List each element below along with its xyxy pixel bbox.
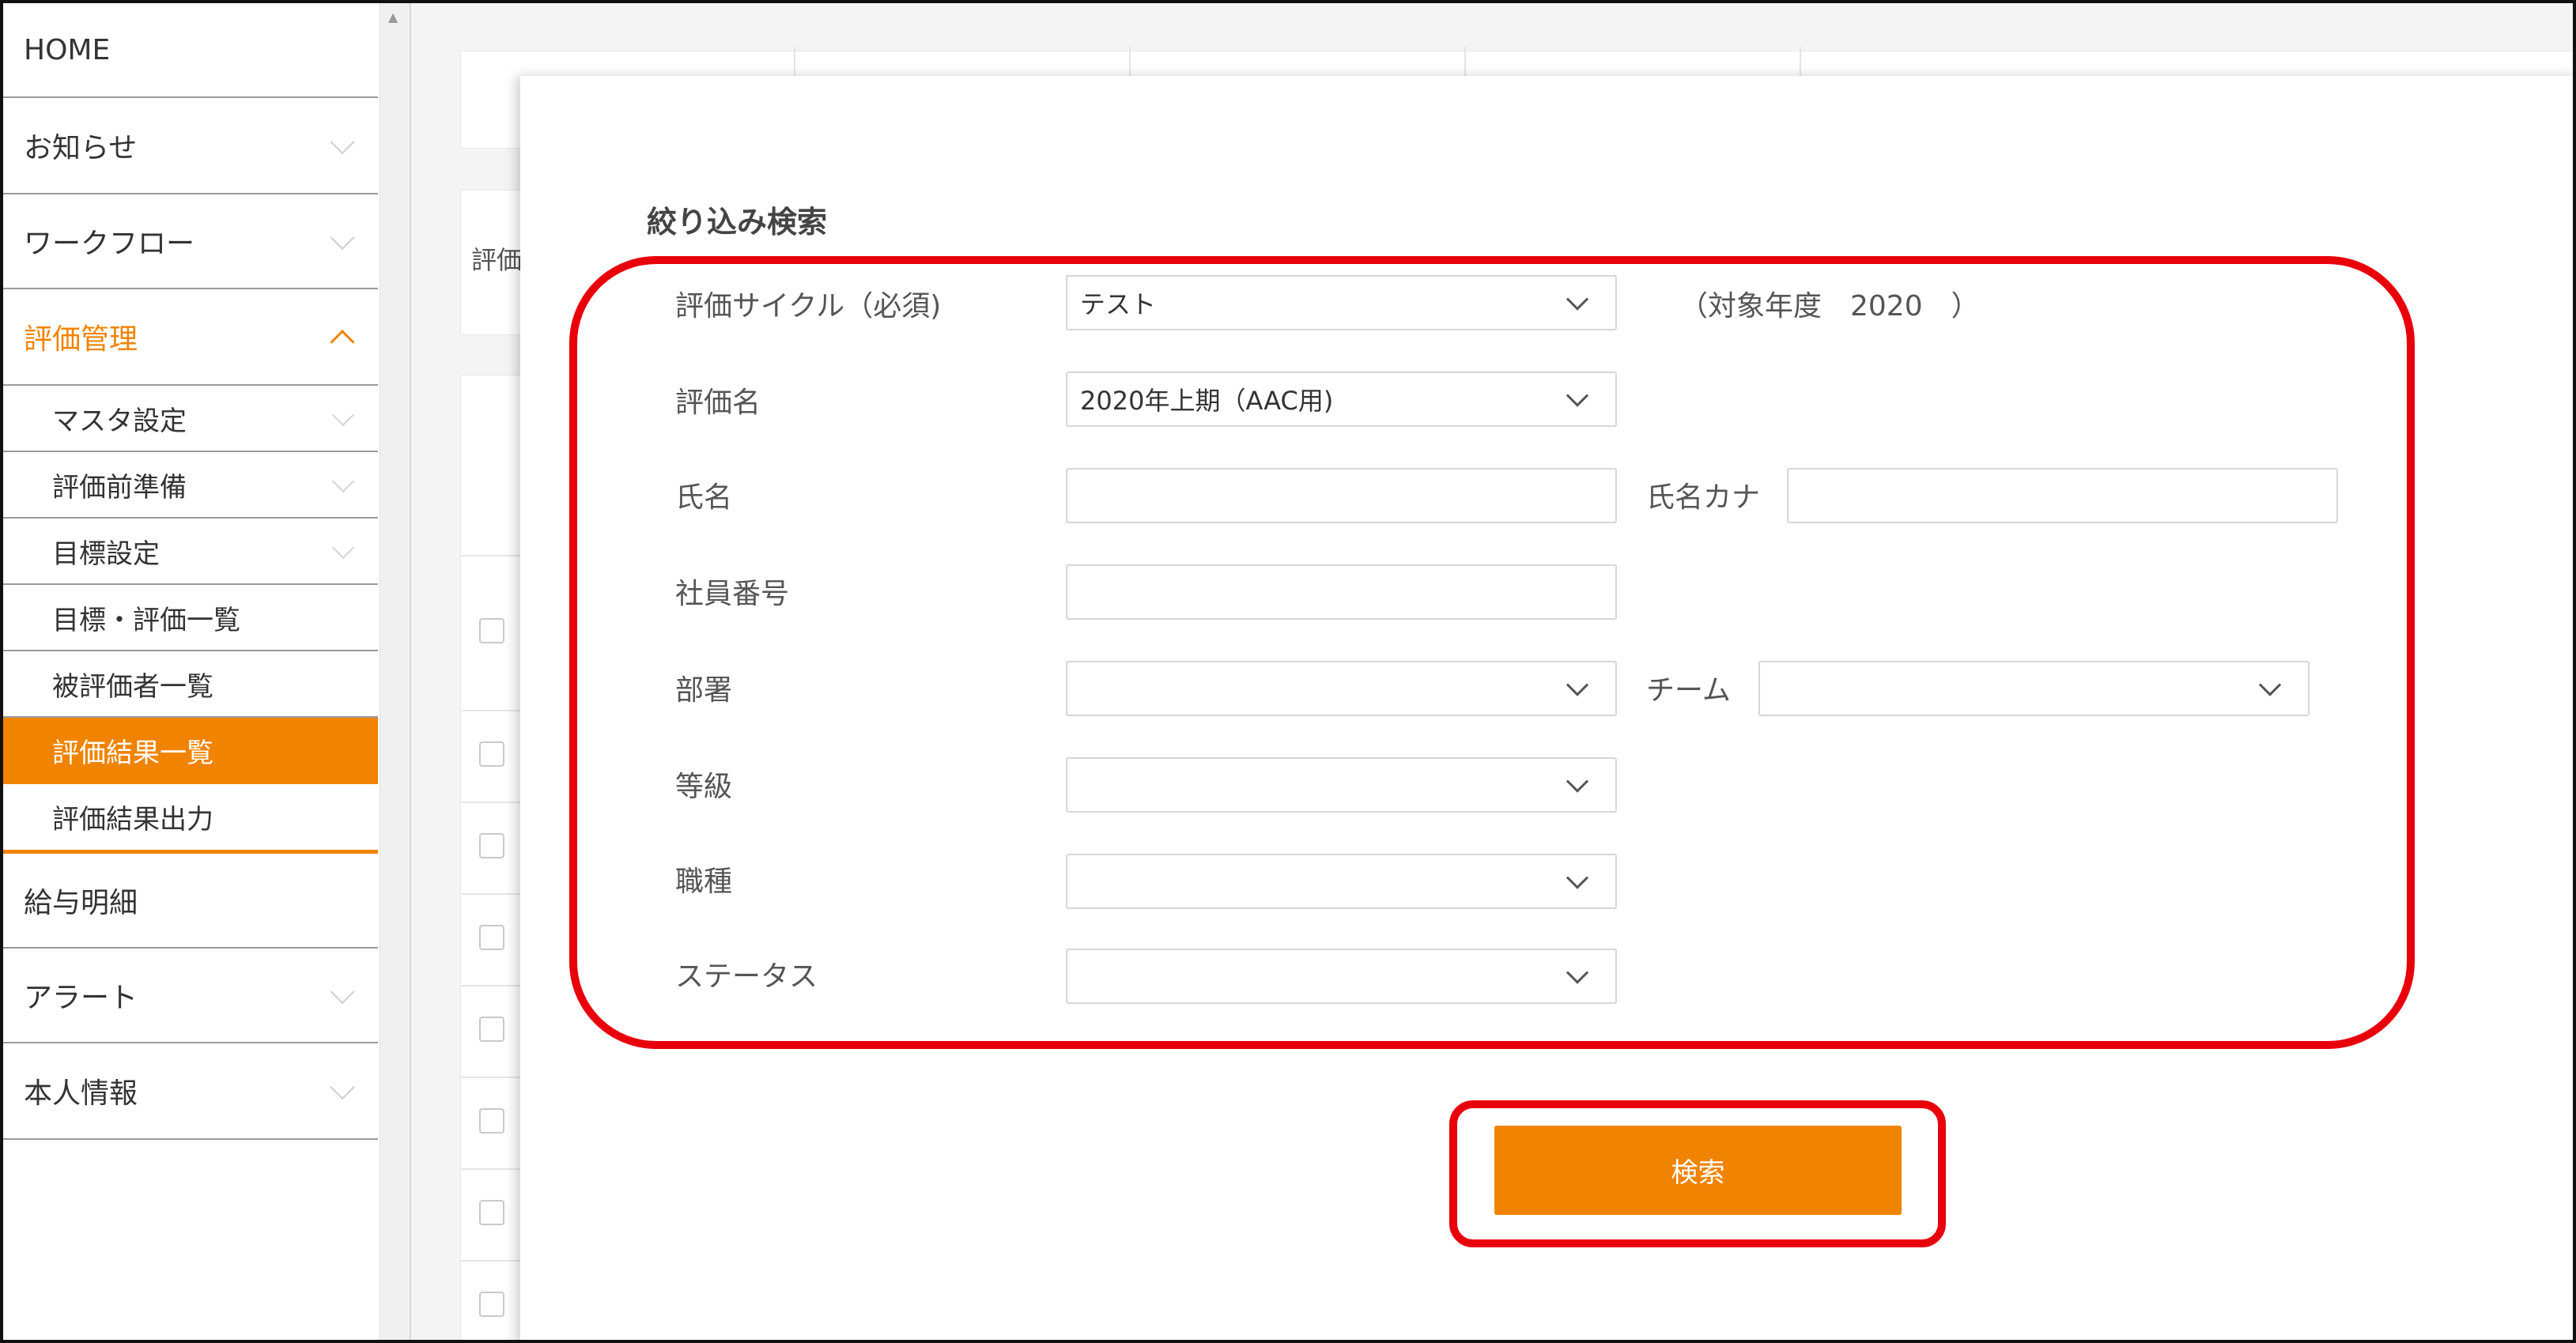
- sidebar-item-home[interactable]: HOME: [3, 3, 378, 98]
- chevron-down-icon: [330, 225, 355, 251]
- row-checkbox[interactable]: [479, 1292, 504, 1317]
- table-row-divider: [460, 710, 523, 711]
- modal-title: 絞り込み検索: [647, 205, 828, 240]
- table-row-divider: [460, 1077, 523, 1078]
- sidebar-subitem-label: 目標・評価一覧: [52, 604, 240, 636]
- form-highlight-annotation: [569, 256, 2415, 1049]
- table-row-divider: [460, 1168, 523, 1170]
- table-row-divider: [460, 893, 523, 895]
- sidebar-subitem-label: マスタ設定: [52, 405, 187, 437]
- sidebar-subitem-label: 目標設定: [52, 538, 160, 570]
- sidebar-subitem-label: 被評価者一覧: [52, 670, 213, 703]
- chevron-down-icon: [331, 470, 355, 493]
- sidebar-subitem-goal-setting[interactable]: 目標設定: [3, 519, 378, 585]
- sidebar-subitem-label: 評価結果一覧: [52, 737, 213, 769]
- row-checkbox[interactable]: [479, 833, 504, 858]
- sidebar-item-label: 給与明細: [24, 887, 138, 919]
- button-highlight-annotation: [1449, 1100, 1946, 1247]
- sidebar-item-label: ワークフロー: [24, 228, 195, 260]
- sidebar-subitem-master[interactable]: マスタ設定: [3, 386, 378, 452]
- sidebar-item-evaluation[interactable]: 評価管理: [3, 289, 378, 386]
- sidebar-item-label: お知らせ: [24, 132, 138, 164]
- sidebar-subitem-evaluee-list[interactable]: 被評価者一覧: [3, 651, 378, 718]
- sidebar-item-label: 評価管理: [24, 323, 138, 356]
- table-row-divider: [460, 555, 523, 556]
- sidebar-item-alert[interactable]: アラート: [3, 949, 378, 1043]
- sidebar-item-label: アラート: [24, 982, 138, 1014]
- row-checkbox[interactable]: [479, 1200, 504, 1225]
- sidebar-subitem-result-list[interactable]: 評価結果一覧: [3, 718, 378, 784]
- sidebar-item-workflow[interactable]: ワークフロー: [3, 194, 378, 289]
- sidebar-item-payslip[interactable]: 給与明細: [3, 854, 378, 949]
- sidebar-item-notices[interactable]: お知らせ: [3, 98, 378, 194]
- sidebar-subitem-label: 評価結果出力: [52, 804, 213, 836]
- sidebar-subitem-pre-eval[interactable]: 評価前準備: [3, 452, 378, 519]
- chevron-down-icon: [330, 1075, 355, 1100]
- sidebar-nav: HOME お知らせ ワークフロー 評価管理 マスタ設定 評価前準備 目標設定 目…: [3, 3, 381, 1340]
- chevron-down-icon: [330, 979, 355, 1005]
- row-checkbox[interactable]: [479, 1017, 504, 1042]
- chevron-down-icon: [331, 403, 355, 427]
- chevron-down-icon: [330, 130, 355, 155]
- table-row-divider: [460, 985, 523, 987]
- sidebar-item-label: 本人情報: [24, 1077, 138, 1110]
- table-row-divider: [460, 1260, 523, 1262]
- background-label: 評価: [471, 245, 523, 275]
- row-checkbox[interactable]: [479, 618, 504, 643]
- scroll-up-icon[interactable]: ▲: [388, 9, 398, 25]
- row-checkbox[interactable]: [479, 741, 504, 767]
- sidebar-scrollbar[interactable]: ▲: [380, 3, 410, 1340]
- sidebar-subitem-result-output[interactable]: 評価結果出力: [3, 784, 378, 854]
- sidebar-subitem-label: 評価前準備: [52, 471, 187, 504]
- sidebar-item-profile[interactable]: 本人情報: [3, 1043, 378, 1140]
- chevron-down-icon: [331, 536, 355, 560]
- chevron-up-icon: [330, 330, 355, 355]
- sidebar-subitem-goal-eval-list[interactable]: 目標・評価一覧: [3, 585, 378, 651]
- row-checkbox[interactable]: [479, 925, 504, 950]
- table-row-divider: [460, 802, 523, 803]
- sidebar-item-label: HOME: [24, 33, 111, 66]
- row-checkbox[interactable]: [479, 1108, 504, 1134]
- app-window: HOME お知らせ ワークフロー 評価管理 マスタ設定 評価前準備 目標設定 目…: [0, 0, 2576, 1343]
